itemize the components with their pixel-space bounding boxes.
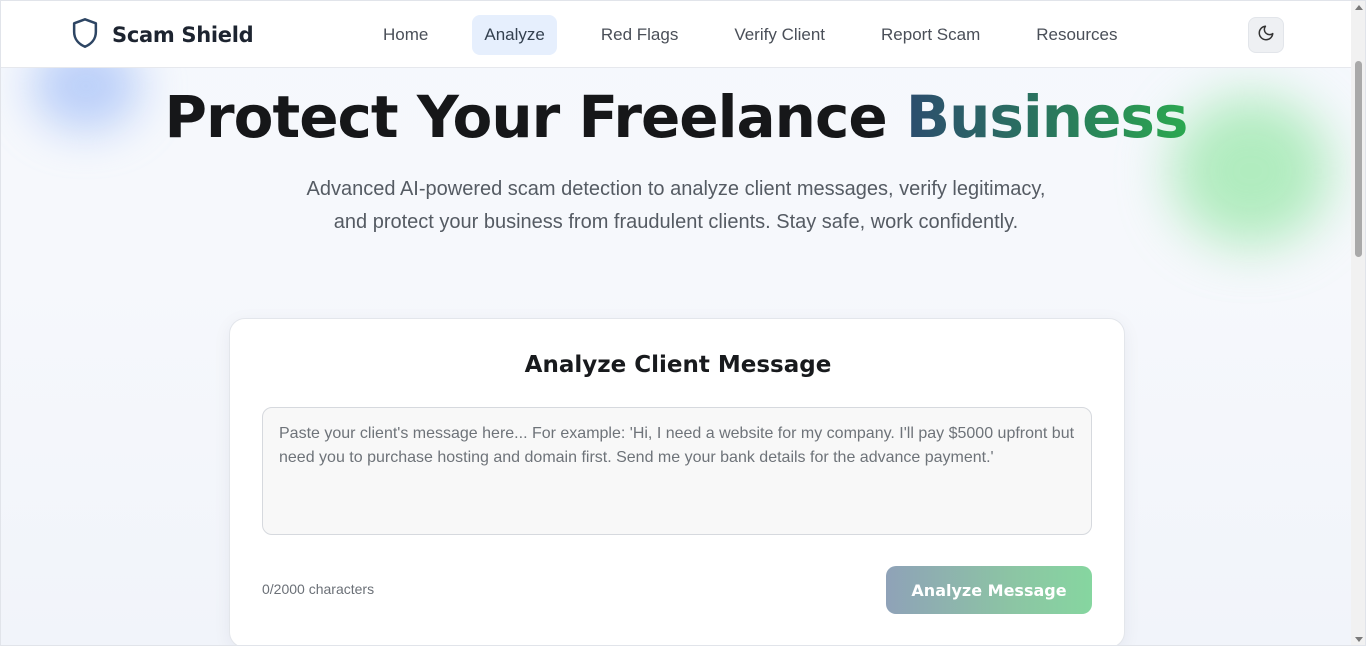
- theme-toggle-button[interactable]: [1248, 17, 1284, 53]
- brand-logo[interactable]: Scam Shield: [71, 17, 254, 54]
- scroll-up-arrow-icon[interactable]: [1355, 5, 1363, 10]
- analyze-message-button[interactable]: Analyze Message: [886, 566, 1092, 614]
- main-nav: Home Analyze Red Flags Verify Client Rep…: [371, 15, 1162, 55]
- nav-item-home[interactable]: Home: [371, 15, 440, 55]
- nav-item-verify-client[interactable]: Verify Client: [722, 15, 837, 55]
- brand-name: Scam Shield: [112, 23, 254, 47]
- page: Scam Shield Home Analyze Red Flags Verif…: [0, 0, 1366, 646]
- nav-item-report-scam[interactable]: Report Scam: [869, 15, 992, 55]
- message-input[interactable]: [262, 407, 1092, 535]
- character-count: 0/2000 characters: [262, 581, 375, 597]
- scroll-down-arrow-icon[interactable]: [1355, 637, 1363, 642]
- scrollbar-thumb[interactable]: [1355, 61, 1362, 257]
- nav-item-resources[interactable]: Resources: [1024, 15, 1129, 55]
- analyzer-title: Analyze Client Message: [524, 352, 832, 378]
- analyzer-card: Analyze Client Message 0/2000 characters…: [229, 318, 1125, 645]
- navbar: Scam Shield Home Analyze Red Flags Verif…: [1, 1, 1351, 68]
- hero-title-accent: Business: [905, 83, 1189, 151]
- hero-title-main: Protect Your Freelance: [164, 83, 906, 151]
- hero-subtitle: Advanced AI-powered scam detection to an…: [306, 178, 1046, 233]
- nav-item-red-flags[interactable]: Red Flags: [589, 15, 690, 55]
- hero-title: Protect Your Freelance Business: [1, 83, 1351, 151]
- shield-icon: [71, 17, 99, 54]
- moon-icon: [1257, 24, 1275, 47]
- nav-item-analyze[interactable]: Analyze: [472, 15, 557, 55]
- page-scrollbar[interactable]: [1351, 1, 1365, 645]
